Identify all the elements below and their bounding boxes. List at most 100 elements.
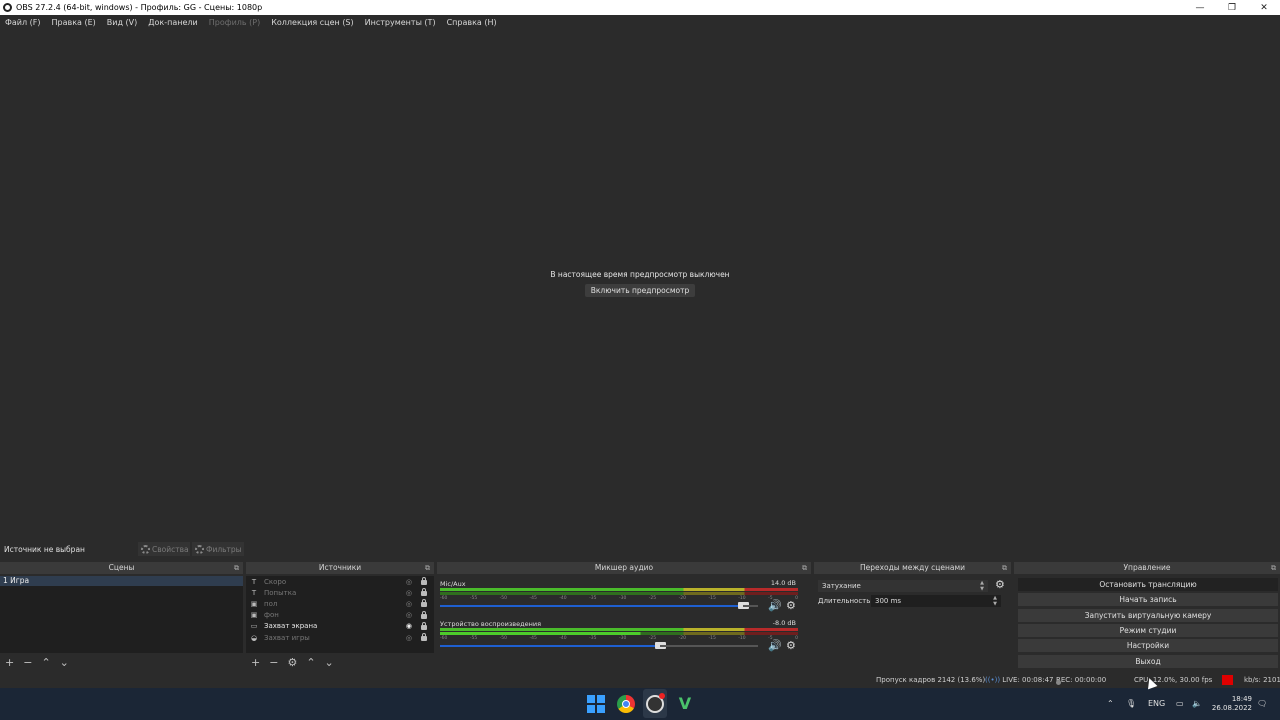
- source-name: Захват игры: [264, 633, 310, 642]
- speaker-icon[interactable]: 🔈: [1192, 699, 1202, 708]
- tick-label: -50: [499, 596, 508, 601]
- menu-bar: Файл (F) Правка (E) Вид (V) Док-панели П…: [0, 15, 1280, 30]
- undock-icon[interactable]: ⧉: [802, 562, 807, 574]
- volume-slider[interactable]: [440, 602, 749, 609]
- lock-icon[interactable]: [421, 588, 427, 597]
- v-app-icon[interactable]: V: [676, 695, 694, 713]
- studio-mode-button[interactable]: Режим студии: [1018, 624, 1278, 637]
- move-down-icon[interactable]: ⌄: [60, 656, 69, 669]
- lock-icon[interactable]: [421, 610, 427, 619]
- eye-hidden-icon[interactable]: ◎: [406, 600, 412, 608]
- tick-label: -45: [529, 596, 537, 601]
- move-down-icon[interactable]: ⌄: [325, 656, 334, 669]
- duration-input[interactable]: 300 ms ▲ ▼: [871, 595, 1001, 607]
- volume-slider[interactable]: [440, 642, 666, 649]
- settings-button[interactable]: Настройки: [1018, 639, 1278, 652]
- menu-view[interactable]: Вид (V): [107, 18, 137, 27]
- remove-scene-icon[interactable]: −: [23, 656, 32, 669]
- volume-slider-track[interactable]: [743, 605, 758, 607]
- tick-label: -35: [589, 596, 597, 601]
- source-item[interactable]: ▭ Захват экрана ◉: [246, 621, 434, 632]
- transition-select[interactable]: Затухание ▲ ▼: [818, 580, 988, 592]
- exit-button[interactable]: Выход: [1018, 655, 1278, 668]
- speaker-icon[interactable]: 🔊: [768, 599, 782, 612]
- source-item[interactable]: ◒ Захват игры ◎: [246, 632, 434, 643]
- eye-hidden-icon[interactable]: ◎: [406, 634, 412, 642]
- menu-edit[interactable]: Правка (E): [52, 18, 96, 27]
- dropped-frames: Пропуск кадров 2142 (13.6%): [876, 676, 986, 684]
- minimize-button[interactable]: —: [1184, 0, 1216, 15]
- filters-button: Фильтры: [192, 542, 244, 556]
- move-up-icon[interactable]: ⌃: [41, 656, 50, 669]
- scenes-dock-title: Сцены: [108, 563, 135, 572]
- stepper-icon[interactable]: ▲ ▼: [993, 595, 997, 607]
- undock-icon[interactable]: ⧉: [1271, 562, 1276, 574]
- menu-scene-collection[interactable]: Коллекция сцен (S): [271, 18, 353, 27]
- network-icon[interactable]: ▭: [1176, 699, 1184, 708]
- window-title: OBS 27.2.4 (64-bit, windows) - Профиль: …: [16, 3, 263, 12]
- scene-item[interactable]: 1 Игра: [0, 576, 243, 586]
- start-recording-button[interactable]: Начать запись: [1018, 593, 1278, 606]
- menu-docks[interactable]: Док-панели: [148, 18, 197, 27]
- menu-profile: Профиль (P): [208, 18, 261, 27]
- gear-icon[interactable]: ⚙: [995, 578, 1005, 591]
- scene-name: Игра: [10, 576, 30, 585]
- eye-visible-icon[interactable]: ◉: [406, 622, 412, 630]
- source-item[interactable]: T Попытка ◎: [246, 587, 434, 598]
- eye-hidden-icon[interactable]: ◎: [406, 611, 412, 619]
- menu-help[interactable]: Справка (H): [447, 18, 497, 27]
- menu-tools[interactable]: Инструменты (T): [365, 18, 436, 27]
- tick-label: -30: [618, 636, 627, 641]
- close-button[interactable]: ✕: [1248, 0, 1280, 15]
- tick-label: -15: [708, 596, 716, 601]
- undock-icon[interactable]: ⧉: [234, 562, 239, 574]
- eye-hidden-icon[interactable]: ◎: [406, 578, 412, 586]
- gear-icon[interactable]: ⚙: [786, 639, 796, 652]
- bitrate-status: kb/s: 2101: [1244, 676, 1280, 684]
- volume-meter-secondary: [440, 592, 798, 595]
- move-up-icon[interactable]: ⌃: [306, 656, 315, 669]
- obs-logo-icon: [3, 3, 12, 12]
- stop-streaming-button[interactable]: Остановить трансляцию: [1018, 578, 1278, 591]
- source-name: пол: [264, 599, 278, 608]
- lock-icon[interactable]: [421, 599, 427, 608]
- notifications-icon[interactable]: 🗨: [1257, 699, 1267, 708]
- mixer-dock-title: Микшер аудио: [594, 563, 654, 572]
- source-name: Захват экрана: [264, 622, 318, 631]
- start-virtual-camera-button[interactable]: Запустить виртуальную камеру: [1018, 609, 1278, 622]
- system-clock[interactable]: 18:49 26.08.2022: [1208, 695, 1252, 713]
- recording-badge-icon: [659, 693, 665, 699]
- channel-name: Mic/Aux: [440, 580, 466, 588]
- tick-label: -25: [648, 596, 657, 601]
- maximize-button[interactable]: ❐: [1216, 0, 1248, 15]
- undock-icon[interactable]: ⧉: [1002, 562, 1007, 574]
- windows-start-icon[interactable]: [587, 695, 605, 713]
- gear-icon[interactable]: ⚙: [786, 599, 796, 612]
- chrome-icon[interactable]: [617, 695, 635, 713]
- source-item[interactable]: T Скоро ◎: [246, 576, 434, 587]
- menu-file[interactable]: Файл (F): [5, 18, 41, 27]
- controls-dock: Управление ⧉ Остановить трансляцию Начат…: [1014, 562, 1280, 671]
- add-source-icon[interactable]: +: [251, 656, 260, 669]
- text-icon: T: [251, 588, 257, 597]
- language-indicator[interactable]: ENG: [1148, 699, 1165, 708]
- lock-icon[interactable]: [421, 621, 427, 630]
- enable-preview-button[interactable]: Включить предпросмотр: [585, 284, 695, 297]
- microphone-icon[interactable]: 🎙: [1126, 699, 1136, 708]
- source-item[interactable]: ▣ пол ◎: [246, 598, 434, 609]
- tick-label: -20: [678, 596, 686, 601]
- remove-source-icon[interactable]: −: [269, 656, 278, 669]
- undock-icon[interactable]: ⧉: [425, 562, 430, 574]
- lock-icon[interactable]: [421, 577, 427, 585]
- volume-meter: [440, 628, 798, 631]
- add-scene-icon[interactable]: +: [5, 656, 14, 669]
- scene-list: 1 Игра: [0, 576, 243, 653]
- source-settings-icon[interactable]: ⚙: [287, 656, 297, 669]
- source-item[interactable]: ▣ фон ◎: [246, 610, 434, 621]
- preview-area: В настоящее время предпросмотр выключен …: [0, 30, 1280, 540]
- lock-icon[interactable]: [421, 632, 427, 641]
- speaker-icon[interactable]: 🔊: [768, 639, 782, 652]
- volume-slider-track[interactable]: [660, 645, 758, 647]
- eye-hidden-icon[interactable]: ◎: [406, 589, 412, 597]
- tray-overflow-icon[interactable]: ⌃: [1107, 699, 1114, 708]
